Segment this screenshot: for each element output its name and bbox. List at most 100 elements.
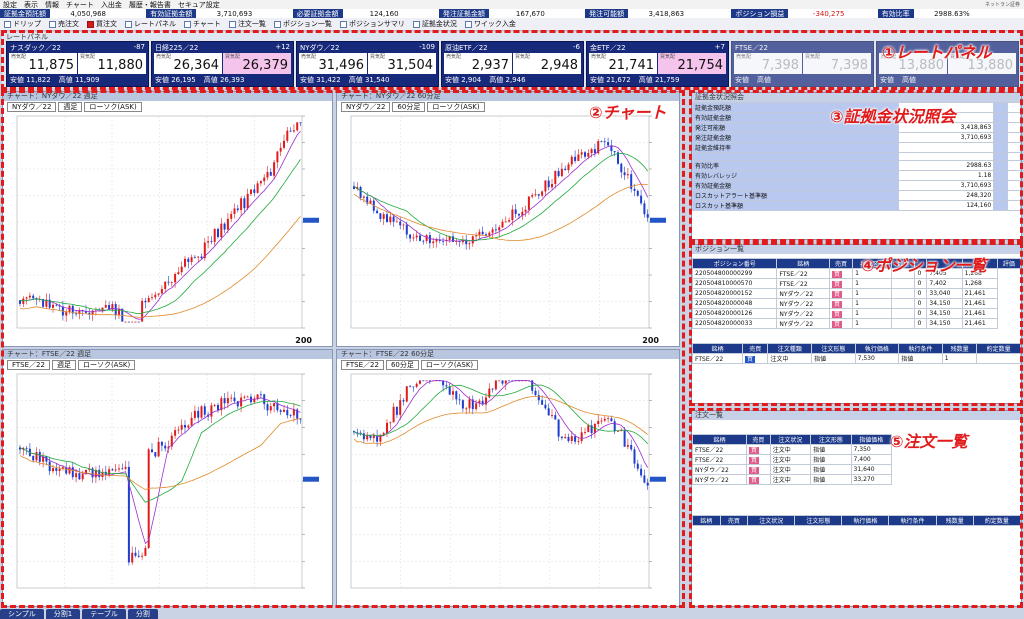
rate-card-symbol: NYダウ／22 [300,44,340,52]
table-row[interactable]: 220504810000570 FTSE／22 買 1 0 7,402 1,268 [691,278,1021,289]
rate-card[interactable]: 日経225／22 +12 売気配 26,364 買気配 26,379 安値 26,195 高値… [151,41,294,87]
toolbar-button[interactable]: 注文一覧 [228,19,266,29]
margin-label-blank [993,200,1008,211]
rate-card-change: +7 [714,43,725,51]
rate-card[interactable]: 原油ETF／22 -6 売気配 2,937 買気配 2,948 安値 2,904 高値 2,9… [441,41,584,87]
toolbar-button[interactable]: ワイック入金 [464,19,516,29]
column-header[interactable]: 執行条件 [898,343,943,354]
toolbar-button[interactable]: 証拠金状況 [412,19,457,29]
chart-canvas[interactable] [337,350,679,606]
column-header[interactable]: 執行価格 [854,343,900,354]
column-header[interactable]: 注文形態 [811,343,856,354]
toolbar-button[interactable]: ポジション一覧 [273,19,332,29]
column-header[interactable]: 注文形態 [794,515,843,526]
margin-label-blank [993,160,1008,171]
column-header[interactable]: 銘柄 [691,434,748,445]
toolbar-button[interactable]: 売注文 [49,19,79,29]
cell-text: 7,400 [853,456,871,463]
column-header[interactable]: 注文状況 [769,434,812,445]
column-header[interactable]: 売買 [719,515,749,526]
rate-card[interactable]: NYダウ／22 -109 売気配 31,496 買気配 31,504 安値 31,422 高値… [296,41,439,87]
account-summary-bar: 証拠金預託額 4,050,968 有効証拠金額 3,710,693 必要証拠金額 124,… [0,9,1024,18]
rate-card-high: 高値 2,946 [489,76,526,84]
column-header[interactable]: 執行価格 [841,515,890,526]
chart-canvas[interactable] [3,350,332,606]
toolbar-button[interactable]: 買注文 [87,19,117,29]
chart-bar-count[interactable]: 200 [295,336,312,345]
column-header[interactable]: 残数量 [941,343,978,354]
table-row[interactable]: NYダウ／22 買 注文中 指値 31,640 [691,464,893,475]
table-row[interactable]: FTSE／22 買 注文中 指値 7,530 指値 1 [692,353,1021,364]
table-cell: 7,400 [850,454,893,465]
toolbar-button[interactable]: レートパネル [125,19,176,29]
chart-canvas[interactable] [337,92,679,346]
column-header[interactable]: 注文状況 [747,515,796,526]
column-header[interactable]: 残数量 [935,515,974,526]
sell-quote-button[interactable]: 売気配 26,364 [154,53,222,74]
buy-quote-button[interactable]: 買気配 2,948 [513,53,581,74]
sell-quote-button[interactable]: 売気配 2,937 [444,53,512,74]
chart-window-nydow-weekly[interactable]: チャート：NYダウ／22 週足 NYダウ／22 週足 ローソク(ASK) 200 [2,91,333,347]
table-row[interactable]: NYダウ／22 買 注文中 指値 33,270 [691,474,893,485]
sell-quote-button[interactable]: 売気配 7,398 [734,53,802,74]
buy-quote-button[interactable]: 買気配 26,379 [223,53,291,74]
table-cell: NYダウ／22 [776,318,830,329]
column-header[interactable]: 注文形態 [810,434,852,445]
rate-card-symbol: FTSE／22 [735,44,768,52]
column-header[interactable]: 売買 [746,434,771,445]
column-header[interactable]: 銘柄 [692,515,721,526]
cell-text: 注文中 [772,467,791,474]
chart-window-nydow-60min[interactable]: チャート：NYダウ／22 60分足 NYダウ／22 60分足 ローソク(ASK) 200 [336,91,680,347]
chart-window-ftse-weekly[interactable]: チャート：FTSE／22 週足 FTSE／22 週足 ローソク(ASK) [2,349,333,607]
column-header[interactable]: 銘柄 [776,258,830,269]
margin-row: 証拠金維持率 [691,142,1022,153]
table-row[interactable]: FTSE／22 買 注文中 指値 7,350 [691,444,893,455]
rate-card[interactable]: FTSE／22 売気配 7,398 買気配 7,398 安値 高値 [731,41,874,87]
sell-quote-button[interactable]: 売気配 11,875 [9,53,77,74]
table-cell: 7,350 [850,444,893,455]
column-header[interactable]: 売買 [741,343,769,354]
chart-bar-count[interactable]: 200 [642,336,659,345]
buy-quote-button[interactable]: 買気配 7,398 [803,53,871,74]
column-header[interactable]: 売買 [828,258,854,269]
table-row[interactable]: 220504820000048 NYダウ／22 買 1 0 34,150 21,461 [691,298,1021,309]
sell-quote-button[interactable]: 売気配 31,496 [299,53,367,74]
layout-tab[interactable]: テーブル [82,609,126,619]
rate-card-high: 高値 31,540 [348,76,390,84]
margin-value [898,152,995,161]
chart-canvas[interactable] [3,92,332,346]
account-field-label: 発注可能額 [585,9,629,18]
layout-tab[interactable]: シンプル [0,609,44,619]
chart-window-ftse-60min[interactable]: チャート：FTSE／22 60分足 FTSE／22 60分足 ローソク(ASK) [336,349,680,607]
position-summary-icon [339,20,347,28]
rate-card-symbol: 原油ETF／22 [445,44,488,52]
table-row[interactable]: 220504820000033 NYダウ／22 買 1 0 34,150 21,461 [691,318,1021,329]
cell-text: NYダウ／22 [695,477,729,484]
layout-tab[interactable]: 分割1 [45,609,81,619]
toolbar-button-label: ワイック入金 [473,20,516,28]
column-header[interactable]: 評価 [996,258,1022,269]
rate-card[interactable]: 金ETF／22 +7 売気配 21,741 買気配 21,754 安値 21,672 高値 2… [586,41,729,87]
cell-text: NYダウ／22 [779,301,814,308]
column-header[interactable]: 指値価格 [850,434,893,445]
sell-quote-button[interactable]: 売気配 21,741 [589,53,657,74]
table-row[interactable]: 220504820000126 NYダウ／22 買 1 0 34,150 21,461 [691,308,1021,319]
column-header[interactable]: ポジション番号 [691,258,778,269]
toolbar-button[interactable]: チャート [184,19,221,29]
buy-quote-button[interactable]: 買気配 21,754 [658,53,726,74]
toolbar-button[interactable]: ドリップ [4,19,41,29]
column-header[interactable]: 注文種類 [767,343,813,354]
table-row[interactable]: FTSE／22 買 注文中 指値 7,400 [691,454,893,465]
column-header[interactable]: 約定数量 [972,515,1022,526]
buy-quote-button[interactable]: 買気配 31,504 [368,53,436,74]
table-row[interactable]: 220504820000152 NYダウ／22 買 1 0 33,040 21,461 [691,288,1021,299]
toolbar-button[interactable]: ポジションサマリ [339,19,405,29]
rate-card[interactable]: ナスダック／22 -87 売気配 11,875 買気配 11,880 安値 11,822 高値… [6,41,149,87]
buy-quote-button[interactable]: 買気配 11,880 [78,53,146,74]
column-header[interactable]: 銘柄 [692,343,743,354]
column-header[interactable]: 約定数量 [976,343,1021,354]
column-header[interactable]: 執行条件 [888,515,937,526]
cell-text: 買 [832,281,843,288]
cell-text: 0 [917,320,922,327]
layout-tab[interactable]: 分割 [127,609,158,619]
